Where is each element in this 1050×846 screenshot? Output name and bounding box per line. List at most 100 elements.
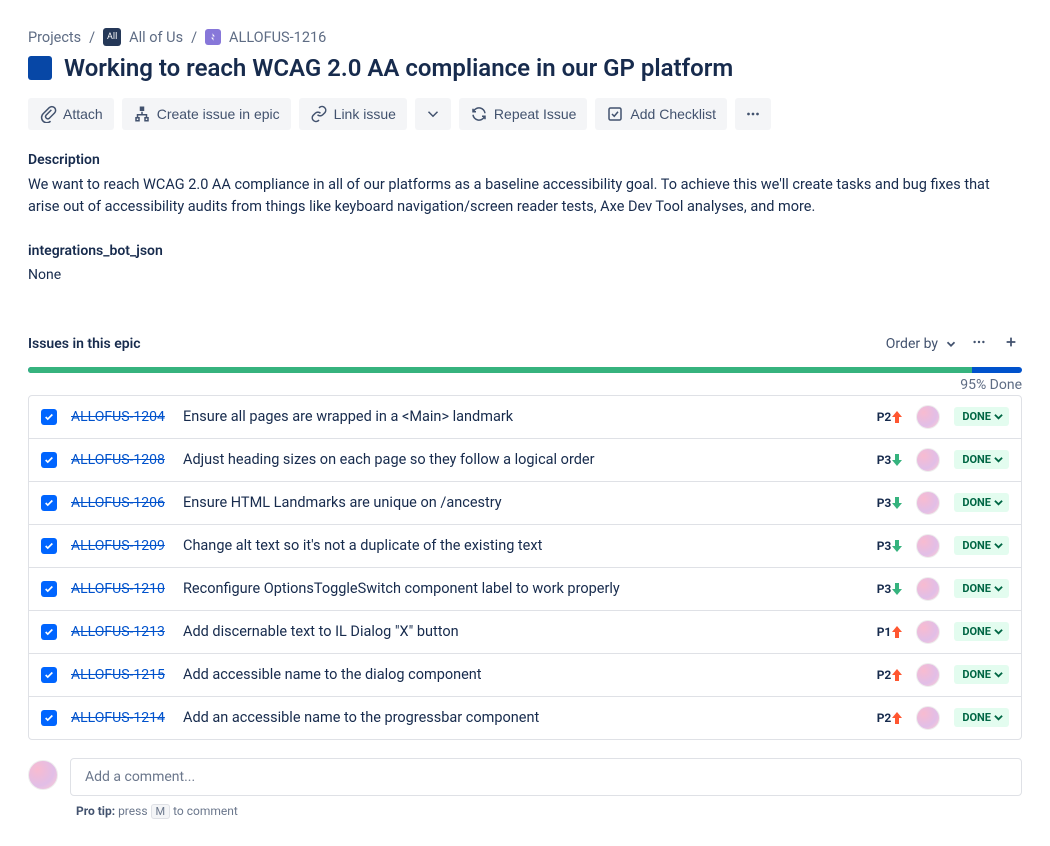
order-by-label: Order by	[886, 336, 938, 352]
issue-type-task-icon	[41, 495, 57, 511]
breadcrumb-project[interactable]: All of Us	[129, 29, 183, 46]
issue-row[interactable]: ALLOFUS-1204 Ensure all pages are wrapped…	[29, 396, 1021, 439]
issue-row[interactable]: ALLOFUS-1206 Ensure HTML Landmarks are un…	[29, 482, 1021, 525]
issue-key-link[interactable]: ALLOFUS-1213	[71, 624, 169, 640]
assignee-avatar[interactable]	[916, 663, 940, 687]
issue-priority: P2	[872, 711, 902, 725]
add-checklist-button[interactable]: Add Checklist	[595, 98, 727, 130]
keyboard-key-chip: M	[151, 804, 171, 819]
page-title[interactable]: Working to reach WCAG 2.0 AA compliance …	[64, 54, 733, 82]
issue-priority: P1	[872, 625, 902, 639]
epic-progress-bar	[28, 367, 1022, 373]
breadcrumb-issue-key[interactable]: ALLOFUS-1216	[229, 29, 326, 46]
chevron-down-icon	[944, 337, 958, 351]
status-badge[interactable]: DONE	[954, 708, 1009, 727]
repeat-issue-label: Repeat Issue	[494, 106, 577, 122]
issue-key-link[interactable]: ALLOFUS-1210	[71, 581, 169, 597]
issue-key-link[interactable]: ALLOFUS-1208	[71, 452, 169, 468]
issue-summary[interactable]: Add discernable text to IL Dialog "X" bu…	[183, 623, 858, 640]
repeat-issue-button[interactable]: Repeat Issue	[459, 98, 588, 130]
issue-summary[interactable]: Ensure HTML Landmarks are unique on /anc…	[183, 494, 858, 511]
issue-key-link[interactable]: ALLOFUS-1209	[71, 538, 169, 554]
issue-priority: P3	[872, 539, 902, 553]
add-issue-button[interactable]	[1000, 331, 1022, 357]
issue-summary[interactable]: Adjust heading sizes on each page so the…	[183, 451, 858, 468]
issue-key-link[interactable]: ALLOFUS-1204	[71, 409, 169, 425]
status-badge[interactable]: DONE	[954, 450, 1009, 469]
assignee-avatar[interactable]	[916, 534, 940, 558]
custom-field-label: integrations_bot_json	[28, 243, 1022, 259]
more-actions-button[interactable]	[735, 98, 771, 130]
issue-summary[interactable]: Reconfigure OptionsToggleSwitch componen…	[183, 580, 858, 597]
epic-progress-label: 95% Done	[28, 377, 1022, 393]
breadcrumb: Projects / All All of Us / ALLOFUS-1216	[28, 28, 1022, 46]
ellipsis-icon	[744, 105, 762, 123]
status-badge[interactable]: DONE	[954, 622, 1009, 641]
create-issue-label: Create issue in epic	[157, 106, 280, 122]
attach-button[interactable]: Attach	[28, 98, 114, 130]
comment-input[interactable]: Add a comment...	[70, 758, 1022, 796]
issue-type-task-icon	[41, 710, 57, 726]
epic-progress-fill	[28, 367, 972, 373]
issue-type-task-icon	[41, 667, 57, 683]
link-icon	[310, 105, 328, 123]
issue-row[interactable]: ALLOFUS-1215 Add accessible name to the d…	[29, 654, 1021, 697]
issue-type-task-icon	[41, 538, 57, 554]
issue-priority: P3	[872, 453, 902, 467]
breadcrumb-separator: /	[191, 29, 197, 46]
assignee-avatar[interactable]	[916, 491, 940, 515]
issues-more-button[interactable]	[968, 331, 990, 357]
issue-row[interactable]: ALLOFUS-1208 Adjust heading sizes on each…	[29, 439, 1021, 482]
issue-key-link[interactable]: ALLOFUS-1215	[71, 667, 169, 683]
status-badge[interactable]: DONE	[954, 407, 1009, 426]
hierarchy-icon	[133, 105, 151, 123]
order-by-dropdown[interactable]: Order by	[886, 336, 958, 352]
current-user-avatar[interactable]	[28, 760, 58, 790]
issue-key-link[interactable]: ALLOFUS-1214	[71, 710, 169, 726]
add-checklist-label: Add Checklist	[630, 106, 716, 122]
epic-color-swatch[interactable]	[28, 56, 52, 80]
custom-field-value[interactable]: None	[28, 267, 1022, 283]
description-text[interactable]: We want to reach WCAG 2.0 AA compliance …	[28, 174, 1008, 219]
assignee-avatar[interactable]	[916, 577, 940, 601]
status-badge[interactable]: DONE	[954, 665, 1009, 684]
toolbar: Attach Create issue in epic Link issue R…	[28, 98, 1022, 130]
plus-icon	[1004, 335, 1018, 349]
assignee-avatar[interactable]	[916, 620, 940, 644]
link-issue-button[interactable]: Link issue	[299, 98, 407, 130]
assignee-avatar[interactable]	[916, 448, 940, 472]
issue-type-task-icon	[41, 452, 57, 468]
title-row: Working to reach WCAG 2.0 AA compliance …	[28, 54, 1022, 82]
comment-pro-tip: Pro tip: press M to comment	[76, 804, 1022, 818]
link-issue-label: Link issue	[334, 106, 396, 122]
breadcrumb-root[interactable]: Projects	[28, 29, 81, 46]
breadcrumb-separator: /	[89, 29, 95, 46]
assignee-avatar[interactable]	[916, 706, 940, 730]
status-badge[interactable]: DONE	[954, 579, 1009, 598]
status-badge[interactable]: DONE	[954, 493, 1009, 512]
issue-row[interactable]: ALLOFUS-1209 Change alt text so it's not …	[29, 525, 1021, 568]
issue-summary[interactable]: Ensure all pages are wrapped in a <Main>…	[183, 408, 858, 425]
issues-section-title: Issues in this epic	[28, 336, 141, 352]
issue-priority: P3	[872, 582, 902, 596]
issue-list: ALLOFUS-1204 Ensure all pages are wrapped…	[28, 395, 1022, 740]
issue-type-task-icon	[41, 409, 57, 425]
status-badge[interactable]: DONE	[954, 536, 1009, 555]
assignee-avatar[interactable]	[916, 405, 940, 429]
create-issue-button[interactable]: Create issue in epic	[122, 98, 291, 130]
checklist-icon	[606, 105, 624, 123]
link-issue-dropdown[interactable]	[415, 98, 451, 130]
description-label: Description	[28, 152, 1022, 168]
issue-priority: P2	[872, 410, 902, 424]
refresh-icon	[470, 105, 488, 123]
issue-row[interactable]: ALLOFUS-1213 Add discernable text to IL D…	[29, 611, 1021, 654]
issue-row[interactable]: ALLOFUS-1210 Reconfigure OptionsToggleSwi…	[29, 568, 1021, 611]
issue-summary[interactable]: Add accessible name to the dialog compon…	[183, 666, 858, 683]
ellipsis-icon	[972, 335, 986, 349]
issue-summary[interactable]: Change alt text so it's not a duplicate …	[183, 537, 858, 554]
issue-priority: P3	[872, 496, 902, 510]
chevron-down-icon	[424, 105, 442, 123]
issue-summary[interactable]: Add an accessible name to the progressba…	[183, 709, 858, 726]
issue-key-link[interactable]: ALLOFUS-1206	[71, 495, 169, 511]
issue-row[interactable]: ALLOFUS-1214 Add an accessible name to th…	[29, 697, 1021, 739]
